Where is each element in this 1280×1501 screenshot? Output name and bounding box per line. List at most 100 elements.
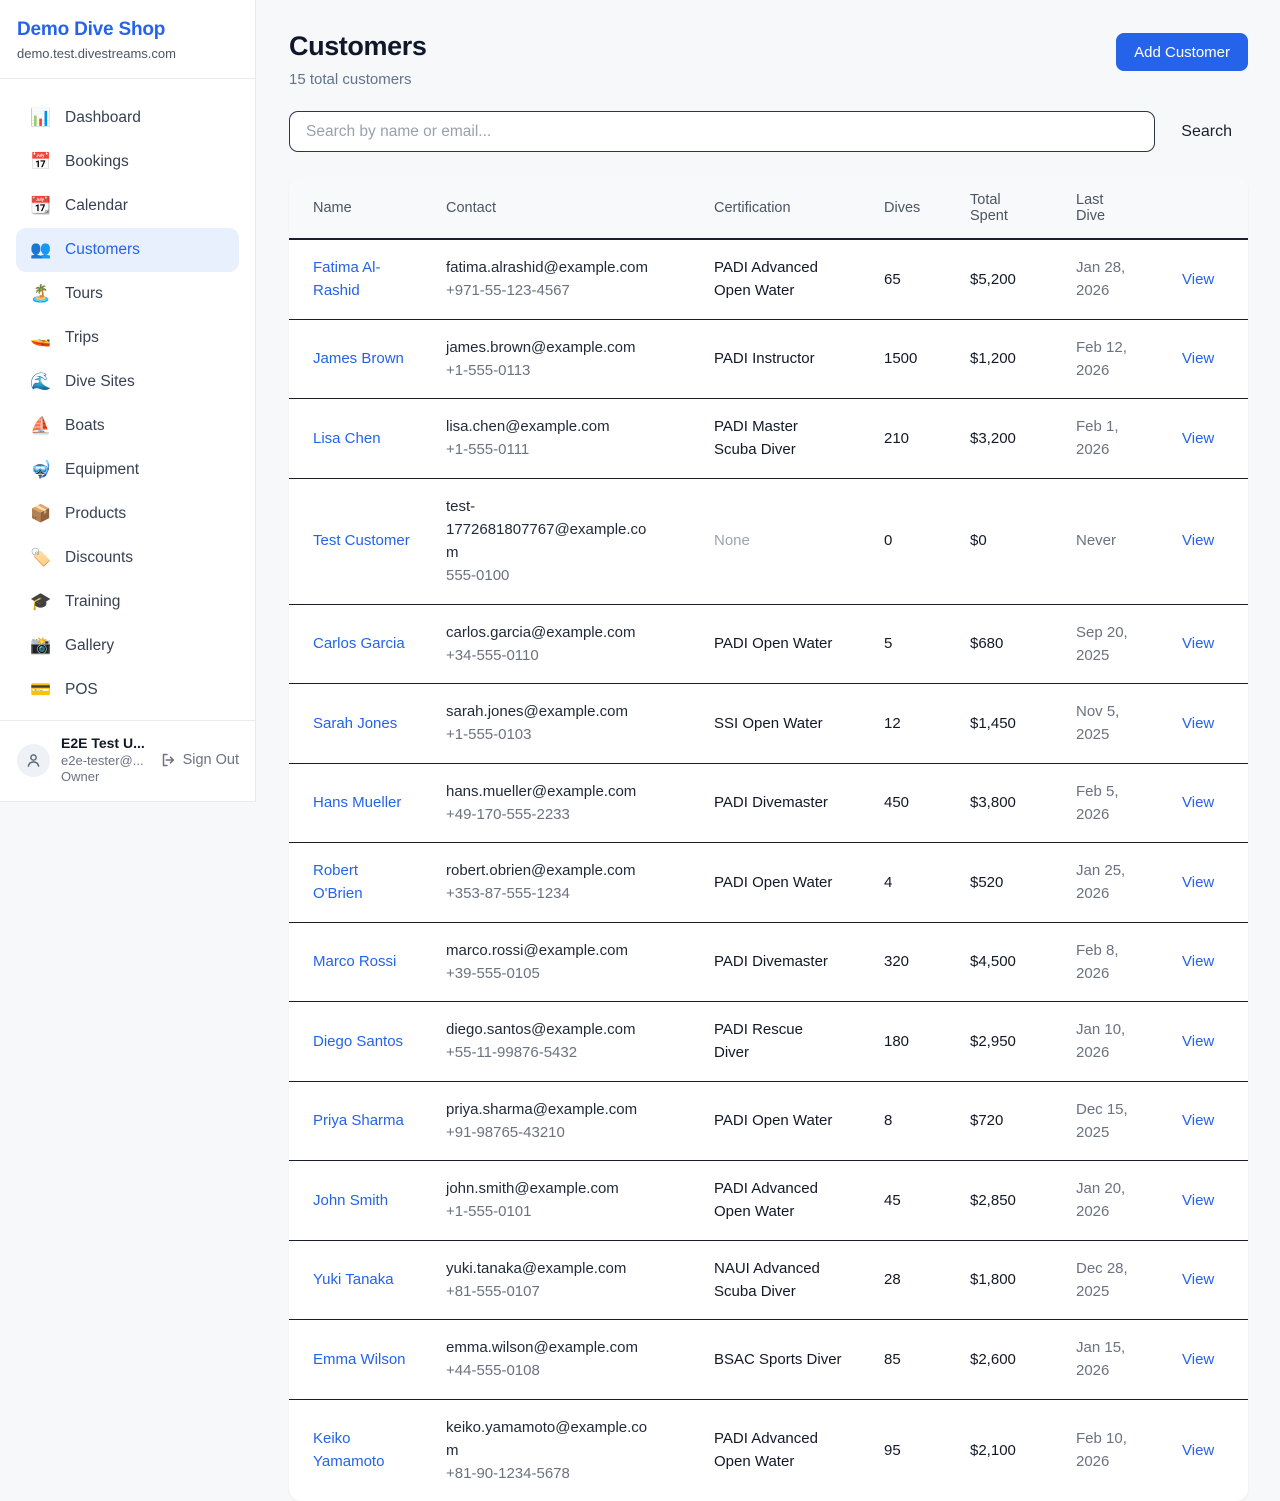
customer-dives: 5 (872, 604, 958, 684)
customer-name-link[interactable]: Test Customer (313, 529, 410, 552)
sidebar-item-tours[interactable]: 🏝️ Tours (16, 272, 239, 316)
customer-total-spent: $0 (958, 478, 1064, 604)
view-link[interactable]: View (1182, 953, 1214, 970)
search-input[interactable] (289, 111, 1155, 152)
trips-icon: 🚤 (30, 328, 50, 348)
sidebar-item-label: Training (65, 593, 120, 611)
customer-phone: +971-55-123-4567 (446, 279, 690, 302)
customer-email: keiko.yamamoto@example.com (446, 1416, 653, 1463)
user-meta: E2E Test U... e2e-tester@... Owner (61, 735, 149, 785)
table-body: Fatima Al-Rashid fatima.alrashid@example… (289, 239, 1248, 1501)
customer-total-spent: $680 (958, 604, 1064, 684)
customer-certification: PADI Instructor (714, 347, 815, 370)
customer-total-spent: $3,200 (958, 399, 1064, 479)
customer-certification: BSAC Sports Diver (714, 1348, 842, 1371)
view-link[interactable]: View (1182, 430, 1214, 447)
view-link[interactable]: View (1182, 715, 1214, 732)
view-link[interactable]: View (1182, 1442, 1214, 1459)
sidebar-item-discounts[interactable]: 🏷️ Discounts (16, 536, 239, 580)
sidebar-item-pos[interactable]: 💳 POS (16, 668, 239, 712)
customer-name-link[interactable]: Yuki Tanaka (313, 1268, 394, 1291)
customer-last-dive: Jan 10, 2026 (1076, 1018, 1134, 1065)
customer-name-link[interactable]: Lisa Chen (313, 427, 381, 450)
customer-name-link[interactable]: Carlos Garcia (313, 632, 405, 655)
view-link[interactable]: View (1182, 1112, 1214, 1129)
view-link[interactable]: View (1182, 271, 1214, 288)
sidebar-item-label: Customers (65, 241, 140, 259)
sidebar-item-calendar[interactable]: 📆 Calendar (16, 184, 239, 228)
table-row: Priya Sharma priya.sharma@example.com +9… (289, 1081, 1248, 1161)
view-link[interactable]: View (1182, 874, 1214, 891)
customer-name-link[interactable]: Priya Sharma (313, 1109, 404, 1132)
dive-sites-icon: 🌊 (30, 372, 50, 392)
view-link[interactable]: View (1182, 635, 1214, 652)
customer-total-spent: $1,800 (958, 1240, 1064, 1320)
search-button[interactable]: Search (1165, 115, 1248, 149)
customer-total-spent: $2,850 (958, 1161, 1064, 1241)
table-row: Carlos Garcia carlos.garcia@example.com … (289, 604, 1248, 684)
sign-out-button[interactable]: Sign Out (160, 752, 239, 768)
sidebar-item-gallery[interactable]: 📸 Gallery (16, 624, 239, 668)
customer-phone: +81-90-1234-5678 (446, 1462, 690, 1485)
view-link[interactable]: View (1182, 1351, 1214, 1368)
customer-name-link[interactable]: John Smith (313, 1189, 388, 1212)
table-row: Marco Rossi marco.rossi@example.com +39-… (289, 922, 1248, 1002)
customer-last-dive: Never (1076, 529, 1116, 552)
add-customer-button[interactable]: Add Customer (1116, 33, 1248, 71)
view-link[interactable]: View (1182, 794, 1214, 811)
view-link[interactable]: View (1182, 350, 1214, 367)
column-header-dives: Dives (872, 177, 958, 239)
sidebar-item-equipment[interactable]: 🤿 Equipment (16, 448, 239, 492)
customer-last-dive: Feb 12, 2026 (1076, 336, 1134, 383)
sidebar-item-dive-sites[interactable]: 🌊 Dive Sites (16, 360, 239, 404)
customer-total-spent: $720 (958, 1081, 1064, 1161)
sign-out-label: Sign Out (183, 752, 239, 768)
calendar-icon: 📆 (30, 196, 50, 216)
sidebar-item-dashboard[interactable]: 📊 Dashboard (16, 96, 239, 140)
customer-last-dive: Nov 5, 2025 (1076, 700, 1134, 747)
customer-name-link[interactable]: Keiko Yamamoto (313, 1427, 410, 1474)
customer-email: yuki.tanaka@example.com (446, 1257, 653, 1280)
view-link[interactable]: View (1182, 1033, 1214, 1050)
customer-certification: SSI Open Water (714, 712, 823, 735)
customer-last-dive: Jan 28, 2026 (1076, 256, 1134, 303)
customer-certification: PADI Open Water (714, 871, 832, 894)
customer-name-link[interactable]: Fatima Al-Rashid (313, 256, 410, 303)
column-header-actions (1170, 177, 1248, 239)
sidebar-item-products[interactable]: 📦 Products (16, 492, 239, 536)
sidebar-item-label: Boats (65, 417, 105, 435)
customer-email: priya.sharma@example.com (446, 1098, 653, 1121)
view-link[interactable]: View (1182, 1271, 1214, 1288)
customer-name-link[interactable]: Hans Mueller (313, 791, 401, 814)
customer-phone: +1-555-0113 (446, 359, 690, 382)
sidebar-item-training[interactable]: 🎓 Training (16, 580, 239, 624)
table-row: Keiko Yamamoto keiko.yamamoto@example.co… (289, 1399, 1248, 1501)
view-link[interactable]: View (1182, 1192, 1214, 1209)
table-row: Fatima Al-Rashid fatima.alrashid@example… (289, 239, 1248, 319)
customer-total-spent: $2,100 (958, 1399, 1064, 1501)
sidebar-item-trips[interactable]: 🚤 Trips (16, 316, 239, 360)
customer-dives: 45 (872, 1161, 958, 1241)
customer-dives: 210 (872, 399, 958, 479)
customer-email: hans.mueller@example.com (446, 780, 653, 803)
customer-name-link[interactable]: Emma Wilson (313, 1348, 406, 1371)
customer-total-spent: $4,500 (958, 922, 1064, 1002)
table-row: Lisa Chen lisa.chen@example.com +1-555-0… (289, 399, 1248, 479)
sidebar-item-label: Calendar (65, 197, 128, 215)
customer-dives: 1500 (872, 319, 958, 399)
customers-icon: 👥 (30, 240, 50, 260)
customer-dives: 180 (872, 1002, 958, 1082)
customer-phone: +55-11-99876-5432 (446, 1041, 690, 1064)
customer-phone: +81-555-0107 (446, 1280, 690, 1303)
view-link[interactable]: View (1182, 532, 1214, 549)
user-role: Owner (61, 769, 149, 785)
sidebar-item-customers[interactable]: 👥 Customers (16, 228, 239, 272)
customer-name-link[interactable]: Sarah Jones (313, 712, 397, 735)
customer-name-link[interactable]: Marco Rossi (313, 950, 396, 973)
sidebar-item-bookings[interactable]: 📅 Bookings (16, 140, 239, 184)
customer-name-link[interactable]: James Brown (313, 347, 404, 370)
user-email: e2e-tester@... (61, 753, 149, 769)
customer-name-link[interactable]: Robert O'Brien (313, 859, 410, 906)
customer-name-link[interactable]: Diego Santos (313, 1030, 403, 1053)
sidebar-item-boats[interactable]: ⛵ Boats (16, 404, 239, 448)
